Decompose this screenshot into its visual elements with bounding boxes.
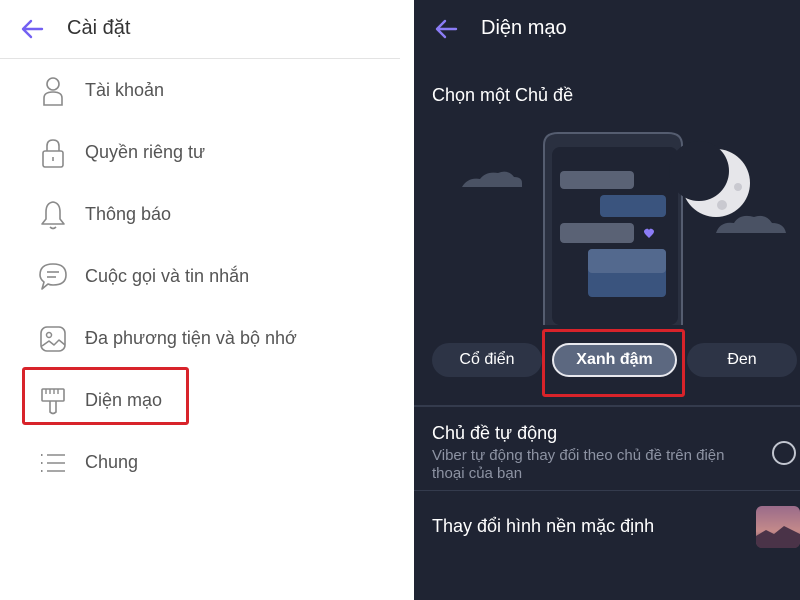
theme-classic-button[interactable]: Cổ điển: [432, 343, 542, 377]
menu-item-privacy[interactable]: Quyền riêng tư: [0, 122, 414, 184]
page-title: Cài đặt: [67, 17, 131, 39]
section-divider: [414, 405, 800, 407]
person-icon: [43, 77, 63, 106]
auto-theme-title: Chủ đề tự động: [432, 423, 558, 443]
settings-header: Cài đặt: [0, 0, 414, 58]
menu-label-general: Chung: [85, 452, 139, 472]
section-divider: [414, 490, 800, 491]
header-divider: [0, 58, 400, 59]
back-arrow-icon[interactable]: [18, 16, 46, 42]
menu-label-media-storage: Đa phương tiện và bộ nhớ: [85, 328, 297, 348]
menu-item-calls-messages[interactable]: Cuộc gọi và tin nhắn: [0, 246, 414, 308]
list-icon: [41, 454, 65, 472]
dark-blue-highlight-box: [542, 329, 685, 397]
page-title: Diện mạo: [481, 17, 567, 39]
auto-theme-description: Viber tự động thay đổi theo chủ đề trên …: [432, 447, 725, 482]
change-wallpaper-label[interactable]: Thay đổi hình nền mặc định: [432, 516, 654, 537]
menu-label-notifications: Thông báo: [85, 204, 172, 224]
menu-label-account: Tài khoản: [85, 80, 165, 100]
auto-theme-radio[interactable]: [772, 441, 796, 465]
appearance-highlight-box: [22, 367, 189, 425]
chat-icon: [39, 263, 67, 290]
appearance-header: Diện mạo: [414, 0, 800, 58]
menu-label-calls-messages: Cuộc gọi và tin nhắn: [85, 266, 250, 286]
wallpaper-thumbnail[interactable]: [756, 506, 800, 548]
bell-icon: [41, 201, 65, 230]
appearance-panel: Diện mạo Chọn một Chủ đề Cổ điển Xanh đậ…: [414, 0, 800, 600]
back-arrow-icon[interactable]: [432, 16, 460, 42]
lock-icon: [42, 139, 64, 168]
menu-item-media-storage[interactable]: Đa phương tiện và bộ nhớ: [0, 308, 414, 370]
menu-item-general[interactable]: Chung: [0, 432, 414, 494]
menu-item-notifications[interactable]: Thông báo: [0, 184, 414, 246]
media-icon: [40, 326, 66, 352]
choose-theme-label: Chọn một Chủ đề: [432, 85, 574, 105]
menu-item-account[interactable]: Tài khoản: [0, 60, 414, 122]
theme-black-button[interactable]: Đen: [687, 343, 797, 377]
settings-panel: Cài đặt Tài khoản Quyền riêng tư Thông b…: [0, 0, 414, 600]
menu-label-privacy: Quyền riêng tư: [85, 142, 206, 162]
theme-preview-illustration: [462, 132, 786, 325]
